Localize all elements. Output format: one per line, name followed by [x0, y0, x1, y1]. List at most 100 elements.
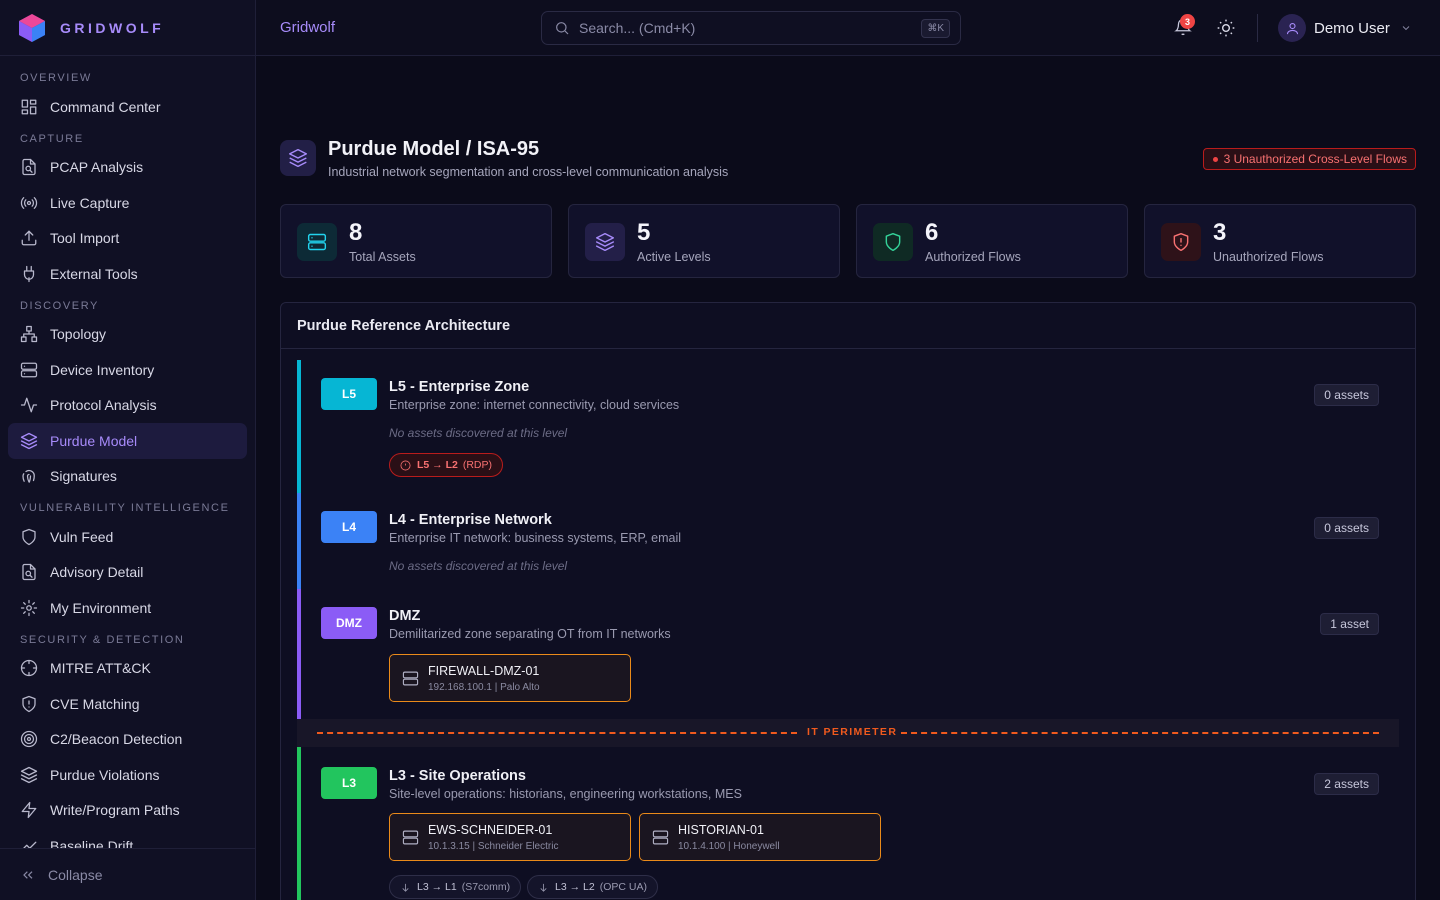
level-name: L5 - Enterprise Zone: [389, 379, 530, 395]
user-menu[interactable]: Demo User: [1278, 14, 1412, 42]
stat-card-unauthorized-flows[interactable]: 3 Unauthorized Flows: [1144, 204, 1416, 278]
sidebar-item-label: Vuln Feed: [50, 528, 114, 545]
notifications-button[interactable]: 3: [1174, 14, 1195, 38]
level-name: L3 - Site Operations: [389, 768, 526, 784]
flow-arrow: L3 → L2: [555, 881, 595, 893]
search-shortcut: ⌘K: [921, 19, 950, 38]
sidebar-item-vuln-feed[interactable]: Vuln Feed: [8, 519, 247, 555]
sidebar-item-tool-import[interactable]: Tool Import: [8, 221, 247, 257]
avatar: [1278, 14, 1306, 42]
sidebar-item-label: C2/Beacon Detection: [50, 731, 183, 748]
sidebar-item-command-center[interactable]: Command Center: [8, 89, 247, 125]
alert-circle-icon: [400, 460, 411, 470]
asset-meta: 10.1.3.15 | Schneider Electric: [428, 841, 559, 852]
flow-protocol: (S7comm): [461, 881, 511, 893]
theme-toggle-button[interactable]: [1216, 18, 1236, 41]
asset-card[interactable]: HISTORIAN-01 10.1.4.100 | Honeywell: [639, 813, 881, 861]
search-box[interactable]: ⌘K: [541, 11, 961, 45]
sidebar-item-label: Advisory Detail: [50, 564, 144, 581]
sidebar-item-baseline-drift[interactable]: Baseline Drift: [8, 828, 247, 848]
topbar-title[interactable]: Gridwolf: [280, 19, 335, 36]
unauthorized-flows-alert[interactable]: 3 Unauthorized Cross-Level Flows: [1202, 148, 1416, 170]
flow-pill-unauthorized[interactable]: L5 → L2 (RDP): [389, 453, 504, 477]
flow-protocol: (RDP): [462, 459, 493, 471]
it-perimeter-divider: IT PERIMETER: [297, 719, 1399, 747]
brand[interactable]: GRIDWOLF: [0, 0, 255, 56]
sidebar-item-advisory-detail[interactable]: Advisory Detail: [8, 555, 247, 591]
sidebar-item-c2-beacon-detection[interactable]: C2/Beacon Detection: [8, 722, 247, 758]
user-icon: [1286, 22, 1298, 34]
sidebar-item-mitre-attack[interactable]: MITRE ATT&CK: [8, 651, 247, 687]
perimeter-dash-left: [317, 732, 797, 734]
perimeter-dash-right: [901, 732, 1379, 734]
page-title: Purdue Model / ISA-95: [328, 138, 540, 160]
empty-level-text: No assets discovered at this level: [389, 559, 568, 573]
level-dmz[interactable]: DMZ DMZ Demilitarized zone separating OT…: [297, 589, 1399, 719]
sidebar: GRIDWOLF OVERVIEW Command Center CAPTURE…: [0, 0, 256, 900]
collapse-button[interactable]: Collapse: [0, 848, 255, 900]
level-tag: DMZ: [321, 607, 377, 639]
asset-count-badge: 0 assets: [1314, 384, 1379, 406]
fingerprint-icon: [20, 467, 38, 485]
sidebar-item-cve-matching[interactable]: CVE Matching: [8, 686, 247, 722]
empty-level-text: No assets discovered at this level: [389, 426, 568, 440]
sidebar-item-purdue-violations[interactable]: Purdue Violations: [8, 757, 247, 793]
sidebar-item-label: My Environment: [50, 599, 152, 616]
shield-alert-icon: [20, 695, 38, 713]
level-l5[interactable]: L5 L5 - Enterprise Zone Enterprise zone:…: [297, 360, 1399, 493]
sidebar-item-topology[interactable]: Topology: [8, 317, 247, 353]
crosshair-icon: [20, 659, 38, 677]
sidebar-item-write-program-paths[interactable]: Write/Program Paths: [8, 793, 247, 829]
sidebar-item-label: Device Inventory: [50, 361, 155, 378]
sidebar-item-my-environment[interactable]: My Environment: [8, 590, 247, 626]
level-description: Site-level operations: historians, engin…: [389, 787, 742, 801]
server-icon: [402, 671, 419, 686]
sidebar-item-purdue-model[interactable]: Purdue Model: [8, 423, 247, 459]
sidebar-item-label: MITRE ATT&CK: [50, 660, 151, 677]
flow-arrow: L5 → L2: [417, 459, 458, 471]
flow-pill-authorized[interactable]: L3 → L1 (S7comm): [389, 875, 522, 899]
section-title-overview: OVERVIEW: [20, 72, 92, 84]
shield-icon: [20, 528, 38, 546]
asset-card[interactable]: EWS-SCHNEIDER-01 10.1.3.15 | Schneider E…: [389, 813, 631, 861]
sidebar-item-device-inventory[interactable]: Device Inventory: [8, 352, 247, 388]
plug-icon: [20, 265, 38, 283]
activity-icon: [20, 396, 38, 414]
asset-count-badge: 2 assets: [1314, 773, 1379, 795]
layers-icon: [280, 140, 316, 176]
sidebar-item-label: Tool Import: [50, 230, 120, 247]
level-bar: [297, 589, 301, 719]
asset-card[interactable]: FIREWALL-DMZ-01 192.168.100.1 | Palo Alt…: [389, 654, 631, 702]
sidebar-item-external-tools[interactable]: External Tools: [8, 256, 247, 292]
stat-card-total-assets[interactable]: 8 Total Assets: [280, 204, 552, 278]
sidebar-item-label: Write/Program Paths: [50, 802, 180, 819]
shield-icon: [873, 223, 913, 261]
topbar-divider: [1257, 14, 1258, 42]
page-subtitle: Industrial network segmentation and cros…: [328, 165, 729, 179]
sidebar-item-signatures[interactable]: Signatures: [8, 459, 247, 495]
stat-card-active-levels[interactable]: 5 Active Levels: [568, 204, 840, 278]
flow-pill-authorized[interactable]: L3 → L2 (OPC UA): [527, 875, 658, 899]
layers-icon: [585, 223, 625, 261]
sidebar-item-label: Purdue Model: [50, 432, 138, 449]
stat-value: 5: [637, 219, 651, 246]
flow-protocol: (OPC UA): [599, 881, 647, 893]
sidebar-item-protocol-analysis[interactable]: Protocol Analysis: [8, 388, 247, 424]
purdue-architecture-panel: Purdue Reference Architecture L5 L5 - En…: [280, 302, 1416, 900]
file-search-icon: [20, 563, 38, 581]
search-icon: [556, 22, 569, 35]
stat-card-authorized-flows[interactable]: 6 Authorized Flows: [856, 204, 1128, 278]
level-l4[interactable]: L4 L4 - Enterprise Network Enterprise IT…: [297, 493, 1399, 589]
stat-label: Total Assets: [349, 250, 416, 264]
network-icon: [20, 325, 38, 343]
level-l3[interactable]: L3 L3 - Site Operations Site-level opera…: [297, 747, 1399, 900]
stat-label: Active Levels: [637, 250, 711, 264]
sidebar-item-label: PCAP Analysis: [50, 159, 144, 176]
level-tag: L4: [321, 511, 377, 543]
sidebar-item-live-capture[interactable]: Live Capture: [8, 185, 247, 221]
search-input[interactable]: [579, 20, 899, 36]
user-name: Demo User: [1314, 19, 1390, 37]
sidebar-item-label: CVE Matching: [50, 695, 140, 712]
section-title-discovery: DISCOVERY: [20, 299, 99, 312]
sidebar-item-pcap-analysis[interactable]: PCAP Analysis: [8, 150, 247, 186]
